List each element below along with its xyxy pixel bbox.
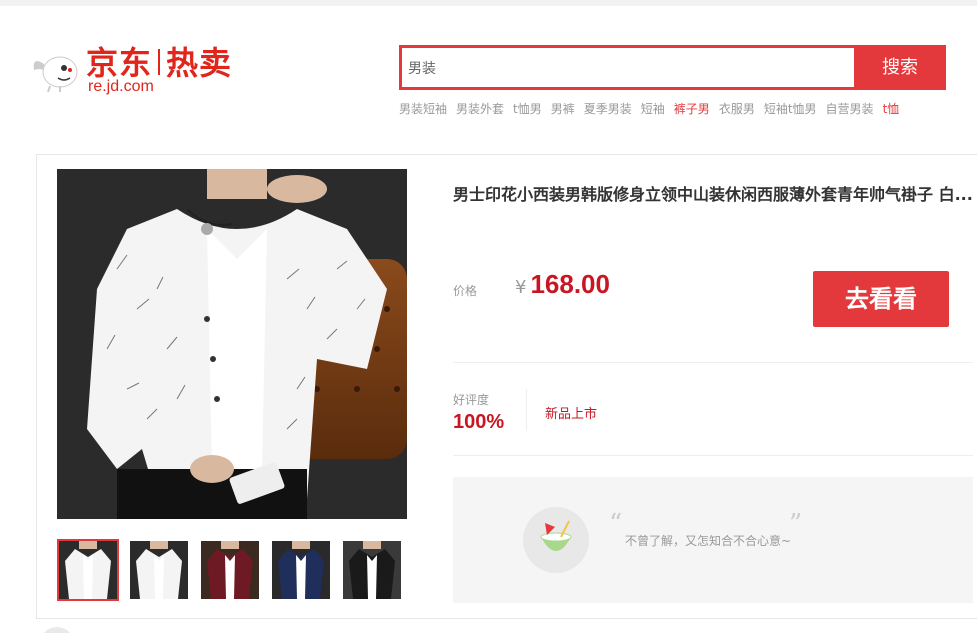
- product-main-image[interactable]: [57, 169, 407, 519]
- open-quote: “: [609, 509, 623, 539]
- search-input[interactable]: [402, 48, 856, 87]
- logo-wordmark: 京东 热卖: [86, 44, 233, 82]
- close-quote: ”: [789, 509, 803, 539]
- review-box: “ 不曾了解，又怎知合不合心意~ ”: [453, 477, 973, 603]
- product-thumbnail[interactable]: [270, 539, 332, 601]
- partial-circle-icon: [40, 627, 74, 633]
- product-thumbnail[interactable]: [341, 539, 403, 601]
- hot-keyword-link[interactable]: 衣服男: [719, 102, 755, 116]
- top-strip: [0, 0, 977, 6]
- go-see-button[interactable]: 去看看: [813, 271, 949, 327]
- joy-dog-icon: [33, 56, 78, 92]
- currency-symbol: ¥: [515, 277, 527, 298]
- hot-keyword-link[interactable]: 短袖t恤男: [764, 102, 817, 116]
- price-label: 价格: [453, 284, 478, 298]
- divider: [453, 362, 973, 363]
- jd-logo[interactable]: 京东 热卖 re.jd.com: [30, 44, 270, 100]
- product-title[interactable]: 男士印花小西装男韩版修身立领中山装休闲西服薄外套青年帅气褂子 白...: [453, 181, 973, 205]
- logo-domain: re.jd.com: [88, 78, 154, 95]
- hot-keyword-link[interactable]: 男装短袖: [399, 102, 447, 116]
- divider: [453, 455, 973, 456]
- hot-keyword-link[interactable]: 夏季男装: [584, 102, 632, 116]
- rating-value: 100%: [453, 411, 505, 433]
- hot-keyword-link[interactable]: 自营男装: [826, 102, 874, 116]
- hot-keyword-link[interactable]: 男裤: [551, 102, 575, 116]
- hot-keyword-link[interactable]: t恤: [883, 102, 900, 116]
- coconut-drink-icon: [523, 507, 589, 573]
- search-button[interactable]: 搜索: [854, 45, 946, 90]
- product-thumbnail[interactable]: [199, 539, 261, 601]
- product-thumbnail[interactable]: [57, 539, 119, 601]
- hot-keyword-link[interactable]: 男装外套: [456, 102, 504, 116]
- new-arrival-tag: 新品上市: [545, 407, 598, 422]
- search-bar: 搜索: [399, 45, 946, 90]
- hot-keyword-link[interactable]: t恤男: [513, 102, 542, 116]
- hot-keyword-link[interactable]: 短袖: [641, 102, 665, 116]
- product-card: 男士印花小西装男韩版修身立领中山装休闲西服薄外套青年帅气褂子 白... 价格 ¥…: [36, 154, 977, 619]
- product-price: ¥168.00: [515, 269, 610, 300]
- price-value: 168.00: [530, 269, 610, 299]
- review-text: 不曾了解，又怎知合不合心意~: [625, 534, 792, 548]
- hot-keywords: 男装短袖 男装外套 t恤男 男裤 夏季男装 短袖 裤子男 衣服男 短袖t恤男 自营男装 t恤: [399, 100, 908, 116]
- hot-keyword-link[interactable]: 裤子男: [674, 102, 710, 116]
- rating-label: 好评度: [453, 393, 490, 407]
- divider: [526, 389, 527, 431]
- product-thumbnail[interactable]: [128, 539, 190, 601]
